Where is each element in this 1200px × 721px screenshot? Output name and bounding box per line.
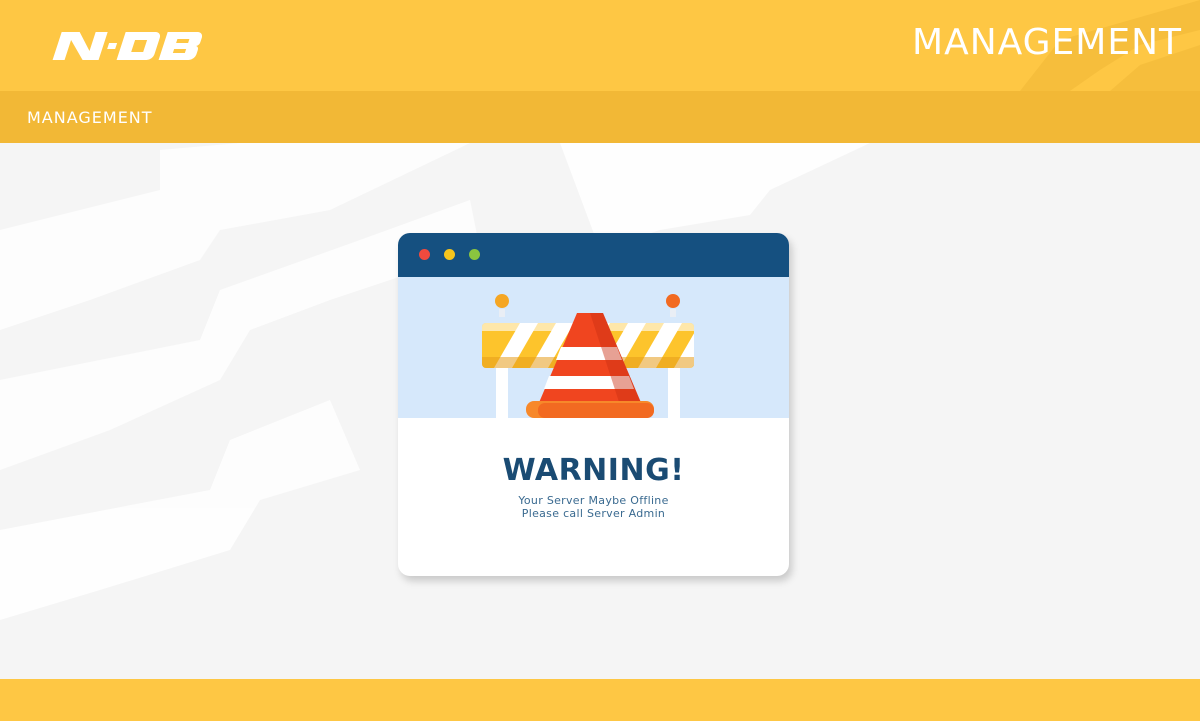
red-dot-icon [419, 249, 430, 260]
warning-title: WARNING! [502, 453, 685, 488]
nob-logo[interactable] [52, 31, 210, 61]
traffic-cone-barrier-icon [482, 294, 694, 419]
warning-card: WARNING! Your Server Maybe Offline Pleas… [398, 233, 789, 576]
window-titlebar [398, 233, 789, 277]
app-footer [0, 679, 1200, 721]
sub-navigation-bar: MANAGEMENT [0, 91, 1200, 143]
warning-message-line-1: Your Server Maybe Offline [518, 494, 669, 507]
warning-message-line-2: Please call Server Admin [521, 507, 666, 520]
yellow-dot-icon [444, 249, 455, 260]
app-header: MANAGEMENT [0, 0, 1200, 91]
green-dot-icon [469, 249, 480, 260]
breadcrumb-management[interactable]: MANAGEMENT [27, 108, 153, 127]
header-title: MANAGEMENT [912, 22, 1182, 63]
